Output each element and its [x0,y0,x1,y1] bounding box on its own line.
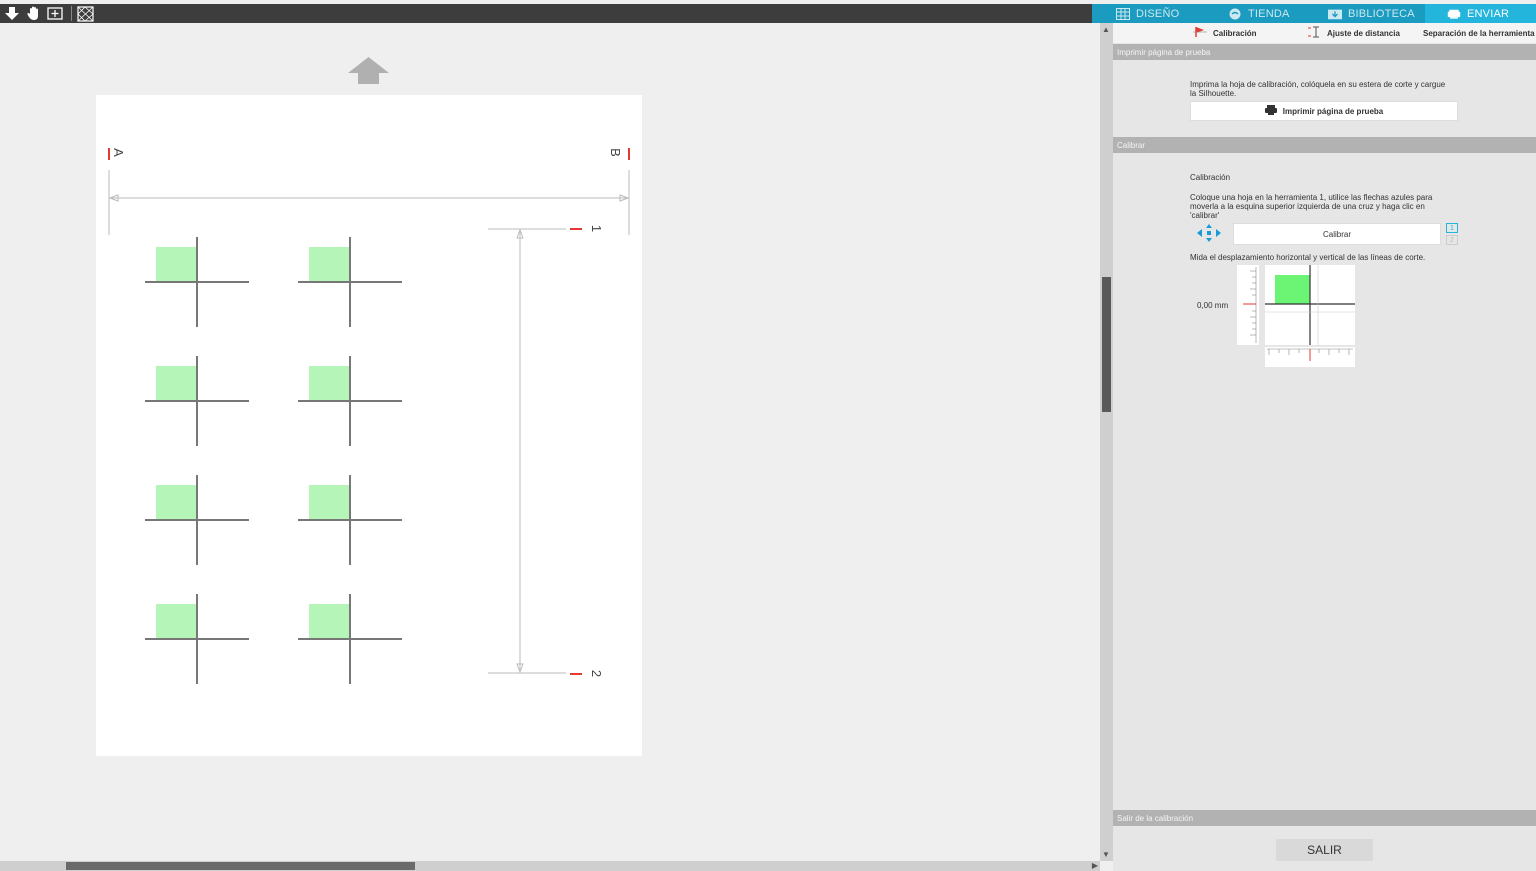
vertical-offset-value: 0,00 mm [1197,301,1229,310]
tab-tienda[interactable]: TIENDA [1228,4,1323,23]
mark-b-tick [628,148,630,160]
exit-section-header: Salir de la calibración [1113,810,1536,826]
add-page-icon[interactable] [46,5,64,22]
calibration-cross[interactable] [298,475,402,565]
calibrate-section-header: Calibrar [1113,137,1536,153]
calibration-title: Calibración [1190,173,1231,182]
print-instructions: Imprima la hoja de calibración, colóquel… [1190,80,1446,98]
vertical-dimension-line [488,228,566,674]
subtab-label: Ajuste de distancia [1327,28,1400,38]
tool-1-selector[interactable]: 1 [1446,223,1458,233]
offset-adjust-widget[interactable] [1237,265,1357,369]
send-icon [1447,8,1461,20]
tab-biblioteca[interactable]: BIBLIOTECA [1328,4,1428,23]
tab-diseno[interactable]: DISEÑO [1116,4,1216,23]
send-down-icon[interactable] [3,5,21,22]
calibration-pin-icon [1193,26,1207,40]
calibrate-button[interactable]: Calibrar [1233,223,1441,245]
scroll-up-icon[interactable]: ▲ [1102,25,1110,34]
calibrate-button-label: Calibrar [1322,229,1351,239]
print-button-label: Imprimir página de prueba [1282,106,1384,116]
horizontal-scroll-thumb[interactable] [66,862,415,870]
horizontal-scrollbar[interactable]: ▶ [0,861,1100,871]
mark-a-label: A [110,148,126,157]
calibration-cross[interactable] [145,594,249,684]
tool-2-selector[interactable]: 2 [1446,235,1458,245]
mark-2-label: 2 [589,669,605,678]
tab-label: ENVIAR [1467,7,1510,20]
subtab-label: Separación de la herramienta [1423,28,1535,38]
feed-direction-arrow-icon [348,57,389,84]
scroll-right-icon[interactable]: ▶ [1092,861,1098,870]
main-tabbar: DISEÑO TIENDA BIBLIOTECA ENVIAR [1092,4,1536,23]
calibration-test-page: A B 1 2 [96,95,642,756]
mark-a-tick [108,148,110,160]
calibration-cross[interactable] [298,594,402,684]
mark-1-label: 1 [589,224,605,233]
measure-instructions: Mida el desplazamiento horizontal y vert… [1190,253,1426,262]
tab-label: TIENDA [1248,7,1290,20]
mark-1-tick [570,228,582,230]
grid-icon [1116,7,1130,20]
library-icon [1328,8,1342,20]
registration-icon[interactable] [76,5,94,22]
calibration-panel: Imprimir página de prueba Imprima la hoj… [1113,43,1536,871]
calibration-instructions: Coloque una hoja en la herramienta 1, ut… [1190,193,1433,220]
vertical-scrollbar[interactable]: ▲ ▼ [1100,23,1113,861]
calibration-cross[interactable] [298,237,402,327]
store-icon [1228,8,1242,20]
subtab-calibracion[interactable]: Calibración [1193,23,1257,43]
subtab-ajuste-distancia[interactable]: Ajuste de distancia [1307,23,1400,43]
calibration-cross[interactable] [145,356,249,446]
toolbar-separator [71,6,72,21]
scroll-down-icon[interactable]: ▼ [1102,850,1110,859]
tab-label: DISEÑO [1136,7,1180,20]
subtab-separacion-herramienta[interactable]: Separación de la herramienta [1423,23,1535,43]
pan-hand-icon[interactable] [25,5,43,22]
vertical-scroll-thumb[interactable] [1102,277,1111,412]
tab-enviar[interactable]: ENVIAR [1425,4,1536,23]
calibration-cross[interactable] [298,356,402,446]
calibration-cross[interactable] [145,475,249,565]
tab-label: BIBLIOTECA [1348,7,1415,20]
exit-button[interactable]: SALIR [1276,839,1373,861]
print-test-page-button[interactable]: Imprimir página de prueba [1190,101,1458,121]
send-subtabs: Calibración Ajuste de distancia Separaci… [1113,23,1536,43]
distance-icon [1307,26,1321,40]
subtab-label: Calibración [1213,28,1257,38]
mark-2-tick [570,673,582,675]
move-arrows-icon[interactable] [1197,224,1221,247]
printer-icon [1264,105,1277,117]
calibration-cross[interactable] [145,237,249,327]
mark-b-label: B [607,148,623,157]
print-section-header: Imprimir página de prueba [1113,44,1536,60]
top-toolbar [0,4,1092,23]
